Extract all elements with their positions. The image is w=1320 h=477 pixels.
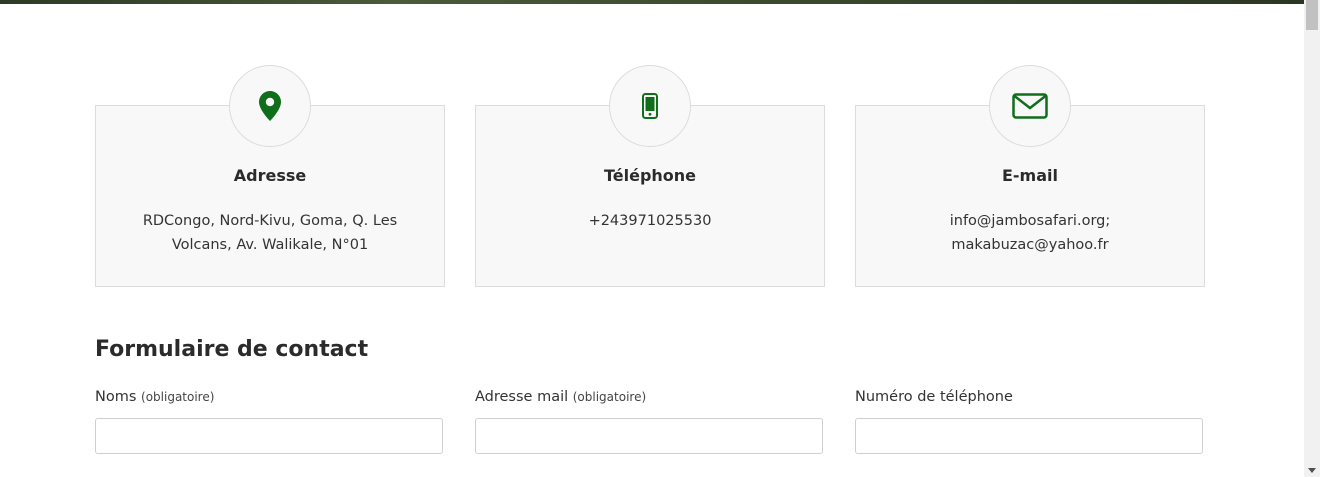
address-title: Adresse bbox=[233, 166, 307, 185]
scroll-down-icon[interactable] bbox=[1308, 466, 1316, 474]
contact-form-title: Formulaire de contact bbox=[95, 337, 369, 362]
email-title: E-mail bbox=[1001, 166, 1058, 185]
phone-field-label: Numéro de téléphone bbox=[855, 389, 1013, 405]
phone-input[interactable] bbox=[855, 418, 1203, 454]
address-line-2: Volcans, Av. Walikale, N°01 bbox=[171, 237, 369, 253]
phone-text: +243971025530 bbox=[506, 209, 794, 233]
email-required-note: (obligatoire) bbox=[572, 390, 647, 404]
hero-image-edge bbox=[0, 0, 1304, 4]
address-icon-circle bbox=[229, 65, 311, 147]
name-label: Noms (obligatoire) bbox=[95, 389, 214, 405]
email-card: E-mail info@jambosafari.org; makabuzac@y… bbox=[855, 65, 1205, 287]
map-pin-icon bbox=[259, 91, 281, 121]
name-required-note: (obligatoire) bbox=[141, 390, 215, 404]
phone-number[interactable]: +243971025530 bbox=[506, 209, 794, 233]
phone-card: Téléphone +243971025530 bbox=[475, 65, 825, 287]
page-scrollbar[interactable] bbox=[1304, 0, 1320, 477]
envelope-icon bbox=[1012, 93, 1048, 119]
email-text: info@jambosafari.org; makabuzac@yahoo.fr bbox=[886, 209, 1174, 257]
phone-icon-circle bbox=[609, 65, 691, 147]
phone-field-label-text: Numéro de téléphone bbox=[855, 389, 1013, 405]
email-label: Adresse mail (obligatoire) bbox=[475, 389, 646, 405]
name-input[interactable] bbox=[95, 418, 443, 454]
scrollbar-thumb[interactable] bbox=[1306, 0, 1318, 30]
name-label-text: Noms bbox=[95, 389, 137, 405]
email-icon-circle bbox=[989, 65, 1071, 147]
address-card: Adresse RDCongo, Nord-Kivu, Goma, Q. Les… bbox=[95, 65, 445, 287]
address-line-1: RDCongo, Nord-Kivu, Goma, Q. Les bbox=[142, 213, 398, 229]
email-label-text: Adresse mail bbox=[475, 389, 569, 405]
email-address-2[interactable]: makabuzac@yahoo.fr bbox=[886, 233, 1174, 257]
email-address-1[interactable]: info@jambosafari.org; bbox=[886, 209, 1174, 233]
email-input[interactable] bbox=[475, 418, 823, 454]
phone-icon bbox=[642, 93, 658, 119]
address-text: RDCongo, Nord-Kivu, Goma, Q. Les Volcans… bbox=[126, 209, 414, 257]
phone-title: Téléphone bbox=[603, 166, 697, 185]
